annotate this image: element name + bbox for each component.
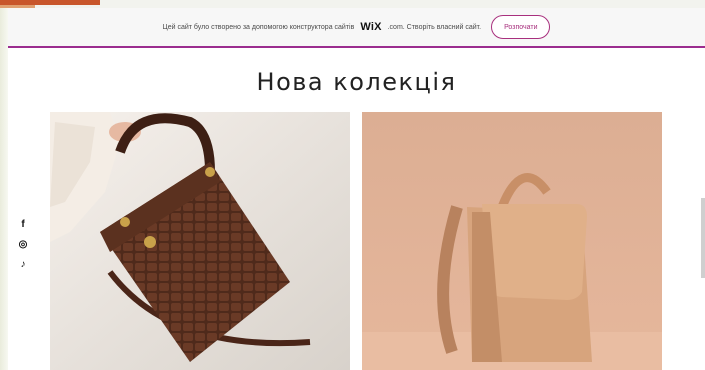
wix-banner-suffix: .com. Створіть власний сайт. (387, 23, 482, 31)
product-image-beige-backpack[interactable] (362, 112, 662, 370)
wix-banner: Цей сайт було створено за допомогою конс… (8, 8, 705, 46)
instagram-icon[interactable]: ◎ (16, 238, 30, 252)
banner-divider (8, 46, 705, 48)
beige-backpack-illustration (362, 112, 662, 370)
wix-logo[interactable]: WiX (360, 21, 381, 33)
social-bar: f ◎ ♪ (16, 218, 30, 278)
facebook-icon[interactable]: f (16, 218, 30, 232)
page-scrollbar[interactable] (701, 198, 705, 278)
page-title: Нова колекція (256, 68, 457, 97)
tiktok-icon[interactable]: ♪ (16, 258, 30, 272)
brown-handbag-illustration (50, 112, 350, 370)
product-image-brown-handbag[interactable] (50, 112, 350, 370)
slide-frame-left (0, 0, 8, 370)
website-page: Цей сайт було створено за допомогою конс… (8, 8, 705, 370)
wix-banner-text: Цей сайт було створено за допомогою конс… (162, 23, 355, 31)
start-button[interactable]: Розпочати (491, 15, 551, 39)
